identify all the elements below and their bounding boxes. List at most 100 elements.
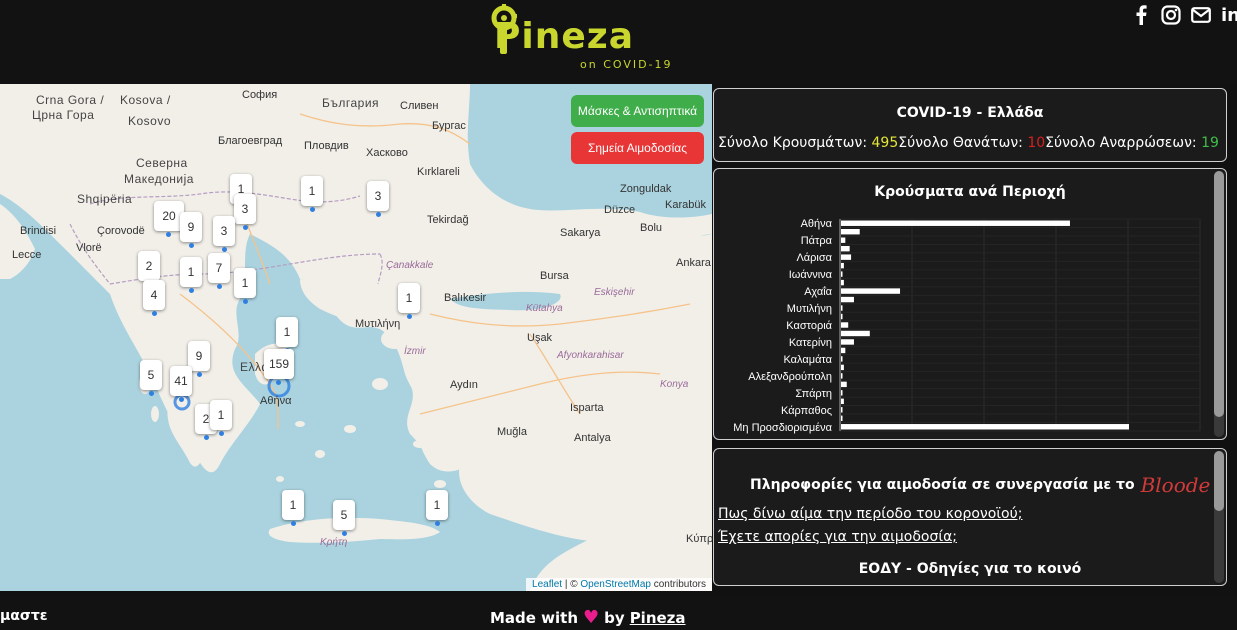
cluster-marker[interactable]: 1 [301,176,323,212]
chart-bar[interactable] [841,229,860,235]
deaths-label: Σύνολο Θανάτων: [898,135,1028,151]
chart-bar[interactable] [841,381,847,388]
map-label-kosovo: Kosova / [120,93,171,107]
map-label-blagoevgrad: Благоевград [218,135,283,147]
cluster-marker[interactable]: 1 [276,317,298,353]
map-attribution: Leaflet | © OpenStreetMap contributors [526,578,712,591]
facebook-icon[interactable] [1131,4,1151,26]
chart-bar[interactable] [841,245,850,252]
map-label-athens: Αθήνα [260,395,292,407]
map-label-kirklareli: Kırklareli [417,166,460,178]
map-label-macedonia-cyr: Македонија [124,172,194,186]
pineza-logo[interactable]: Pineza on COVID-19 [488,2,678,72]
chart-bar[interactable] [841,322,849,328]
map-label-canakkale: Çanakkale [386,260,434,271]
pineza-footer-link[interactable]: Pineza [630,609,686,627]
bloode-logo[interactable]: Bloode [1141,473,1211,497]
map-label-mytilene: Μυτιλήνη [355,318,401,330]
chart-bar[interactable] [841,407,843,413]
chart-bar[interactable] [841,415,843,421]
map-label-albania: Shqipëria [77,192,133,206]
blood-faq-link[interactable]: Έχετε απορίες για την αιμοδοσία; [718,529,957,545]
cluster-marker[interactable]: 1 [398,283,420,319]
chart-bar[interactable] [841,237,846,243]
stats-title: COVID-19 - Ελλάδα [896,105,1044,121]
recovered-value: 19 [1201,135,1219,151]
cluster-marker[interactable]: 4 [143,280,165,316]
chart-bar[interactable] [841,398,844,405]
cluster-marker[interactable]: 1 [282,490,304,526]
deaths-value: 10 [1027,135,1046,151]
cluster-marker-athens[interactable]: 159 [264,349,294,385]
cluster-marker[interactable]: 3 [213,216,235,252]
chart-bar[interactable] [841,390,843,396]
chart-category-label: Ιωάννινα [789,269,833,281]
map-label-ankara: Ankara [676,257,711,269]
map-label-sofia: София [242,89,278,101]
blood-donation-points-button[interactable]: Σημεία Αιμοδοσίας [571,132,704,164]
leaflet-link[interactable]: Leaflet [532,579,562,590]
footer-credit: Made with ♥ by Pineza [490,607,686,628]
chart-scroll-thumb[interactable] [1214,171,1224,417]
instagram-icon[interactable] [1161,4,1181,26]
masks-disinfectants-button[interactable]: Μάσκες & Αντισηπτικά [571,95,704,127]
chart-bar[interactable] [841,296,854,303]
chart-bar[interactable] [841,254,852,260]
map-label-karabuk: Karabük [665,199,706,211]
chart-bar[interactable] [841,356,843,362]
social-links: in [1131,4,1237,26]
chart-bar[interactable] [841,288,901,294]
mail-icon[interactable] [1191,4,1211,26]
chart-bar[interactable] [841,279,844,286]
blood-covid-link[interactable]: Πως δίνω αίμα την περίοδο του κορονοϊού; [718,506,1022,522]
chart-bar[interactable] [841,330,870,337]
chart-category-label: Σπάρτη [795,388,832,400]
chart-category-label: Καστοριά [786,320,832,332]
linkedin-icon[interactable]: in [1221,4,1237,26]
cluster-marker[interactable]: 41 [170,366,192,402]
map-label-sakarya: Sakarya [560,227,601,239]
cluster-marker[interactable]: 9 [180,212,202,248]
logo-text: Pineza [494,16,635,57]
cluster-marker[interactable]: 1 [210,400,232,436]
cluster-marker[interactable]: 2 [138,251,160,287]
cluster-marker[interactable]: 5 [140,360,162,396]
chart-category-label: Κατερίνη [789,337,832,349]
map-label-konya: Konya [660,379,689,390]
cluster-marker[interactable]: 1 [180,257,202,293]
chart-category-label: Μυτιλήνη [787,303,832,315]
chart-bar[interactable] [841,364,844,371]
blood-scroll-thumb[interactable] [1214,451,1224,511]
cluster-marker[interactable]: 9 [188,341,210,377]
osm-link[interactable]: OpenStreetMap [580,579,651,590]
cluster-marker[interactable]: 7 [208,253,230,289]
blood-info-title: Πληροφορίες για αιμοδοσία σε συνεργασία … [750,473,1210,497]
chart-bar[interactable] [841,424,1129,430]
cases-by-region-chart: Αθήνα Πάτρα Λάρισα Ιωάννινα Αχαΐα Μυτιλήνη Κασ… [733,218,1201,434]
chart-category-label: Πάτρα [801,235,833,247]
blood-donation-panel: Πληροφορίες για αιμοδοσία σε συνεργασία … [713,448,1227,586]
map-label-bulgaria: България [322,96,380,110]
cluster-marker[interactable]: 1 [234,268,256,304]
chart-bar[interactable] [841,262,844,269]
chart-bar[interactable] [841,313,843,320]
cluster-marker[interactable]: 5 [333,500,355,536]
map-label-cyprus: Κύπρος [686,533,712,545]
chart-bar[interactable] [841,339,854,345]
map-label-eskisehir: Eskişehir [594,287,635,298]
chart-bar[interactable] [841,373,843,379]
cluster-marker[interactable]: 3 [367,181,389,217]
cluster-marker[interactable]: 1 [426,490,448,526]
chart-category-label: Καλαμάτα [783,354,832,366]
recovered-label: Σύνολο Αναρρώσεων: [1045,135,1202,151]
chart-bar[interactable] [841,271,843,277]
map-label-izmir: İzmir [404,346,426,357]
cluster-marker[interactable]: 3 [234,194,256,230]
chart-category-label: Μη Προσδιορισμένα [733,422,832,434]
chart-bar[interactable] [841,347,846,354]
covid-stats-panel: COVID-19 - Ελλάδα Σύνολο Κρουσμάτων: 495… [713,88,1227,162]
map-view[interactable]: Crna Gora / Црна Гора Kosova / Kosovo Со… [0,84,712,591]
footer-left-text: μαστε [0,608,48,624]
chart-bar[interactable] [841,305,843,311]
chart-bar[interactable] [841,220,1070,226]
